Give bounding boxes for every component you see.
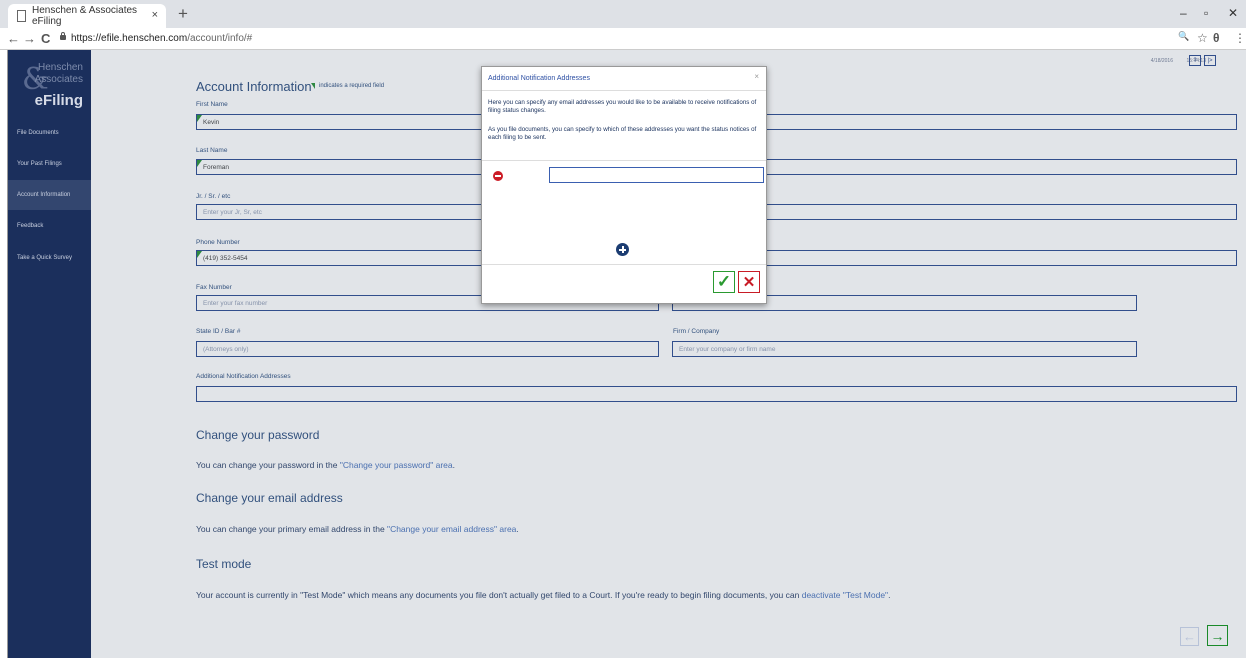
close-window-button[interactable]: ✕ [1228, 6, 1238, 20]
url-field[interactable]: https://efile.henschen.com/account/info/… [71, 33, 252, 44]
dialog-title: Additional Notification Addresses [488, 75, 590, 82]
cancel-button[interactable]: ✕ [738, 271, 760, 293]
divider [482, 90, 766, 91]
menu-icon[interactable]: ⋮ [1234, 31, 1246, 45]
notification-email-input[interactable] [549, 167, 764, 183]
lock-icon[interactable] [60, 32, 66, 40]
remove-address-icon[interactable] [493, 171, 503, 181]
page-left-edge [0, 50, 8, 658]
dialog-close-icon[interactable]: × [754, 72, 759, 81]
logo-efiling: eFiling [34, 92, 83, 109]
url-origin: https://efile.henschen.com [71, 33, 188, 44]
add-address-icon[interactable] [616, 243, 629, 256]
divider [482, 160, 766, 161]
forward-button[interactable]: → [23, 31, 36, 46]
sidebar-item-quick-survey[interactable]: Take a Quick Survey [8, 243, 91, 273]
address-bar: ← → C https://efile.henschen.com/account… [0, 28, 1246, 50]
divider [482, 264, 766, 265]
sidebar-item-feedback[interactable]: Feedback [8, 211, 91, 241]
maximize-button[interactable]: ▫ [1204, 6, 1208, 20]
logo-line-1: Henschen [37, 62, 83, 73]
next-page-button[interactable]: → [1207, 625, 1228, 646]
logo-line-2: Associates [34, 74, 83, 85]
confirm-button[interactable]: ✓ [713, 271, 735, 293]
minimize-button[interactable]: – [1180, 6, 1187, 20]
zoom-icon[interactable]: 🔍 [1178, 31, 1189, 42]
reload-button[interactable]: C [41, 31, 50, 46]
notification-addresses-dialog: Additional Notification Addresses × Here… [481, 66, 767, 304]
page-icon [17, 10, 26, 22]
account-icon[interactable]: θ [1213, 31, 1220, 45]
sidebar-item-account-information[interactable]: Account Information [8, 180, 91, 210]
browser-tab-bar: Henschen & Associates eFiling × + – ▫ ✕ [0, 0, 1246, 28]
dialog-paragraph-1: Here you can specify any email addresses… [488, 99, 757, 114]
url-path: /account/info/# [187, 33, 253, 44]
bookmark-star-icon[interactable]: ☆ [1197, 31, 1208, 45]
sidebar-item-file-documents[interactable]: File Documents [8, 118, 91, 148]
logo: & Henschen Associates eFiling [8, 58, 91, 118]
browser-tab[interactable]: Henschen & Associates eFiling × [8, 4, 166, 28]
tab-title: Henschen & Associates eFiling [32, 5, 138, 27]
previous-page-button[interactable]: ← [1180, 627, 1199, 646]
new-tab-button[interactable]: + [178, 4, 188, 24]
tab-close-icon[interactable]: × [152, 9, 158, 21]
dialog-paragraph-2: As you file documents, you can specify t… [488, 126, 757, 141]
sidebar-item-past-filings[interactable]: Your Past Filings [8, 149, 91, 179]
sidebar: & Henschen Associates eFiling File Docum… [8, 50, 91, 658]
back-button[interactable]: ← [7, 31, 20, 46]
